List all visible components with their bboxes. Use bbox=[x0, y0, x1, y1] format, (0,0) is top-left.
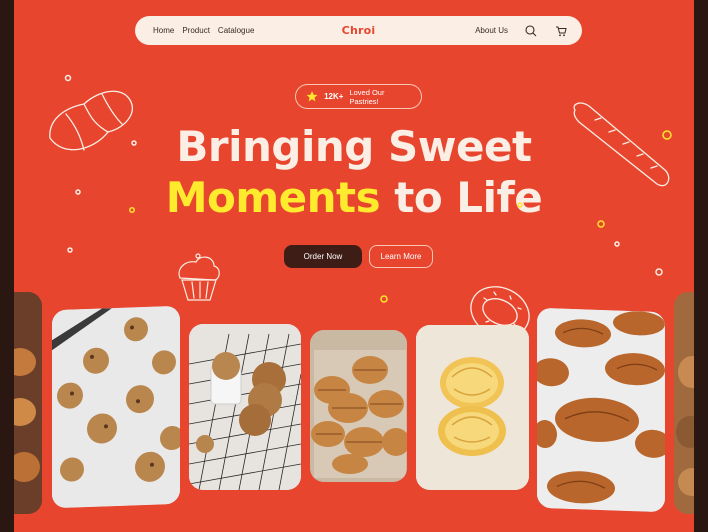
gallery-photo-croissants-tray[interactable] bbox=[537, 307, 665, 513]
gallery-photo-cookies-tray[interactable] bbox=[52, 305, 180, 509]
hero-section: Home Product Catalogue Chroi About Us 12… bbox=[14, 0, 694, 532]
gallery-photo-croissant-section[interactable] bbox=[416, 325, 529, 490]
gallery-photo-edge-right[interactable] bbox=[674, 292, 694, 514]
gallery-photo-croissant-box[interactable] bbox=[310, 330, 407, 482]
gallery-photo-edge-left[interactable] bbox=[14, 292, 42, 514]
gallery-photo-cookies-rack[interactable] bbox=[189, 324, 301, 490]
sprinkle-dots-icon bbox=[64, 74, 672, 303]
